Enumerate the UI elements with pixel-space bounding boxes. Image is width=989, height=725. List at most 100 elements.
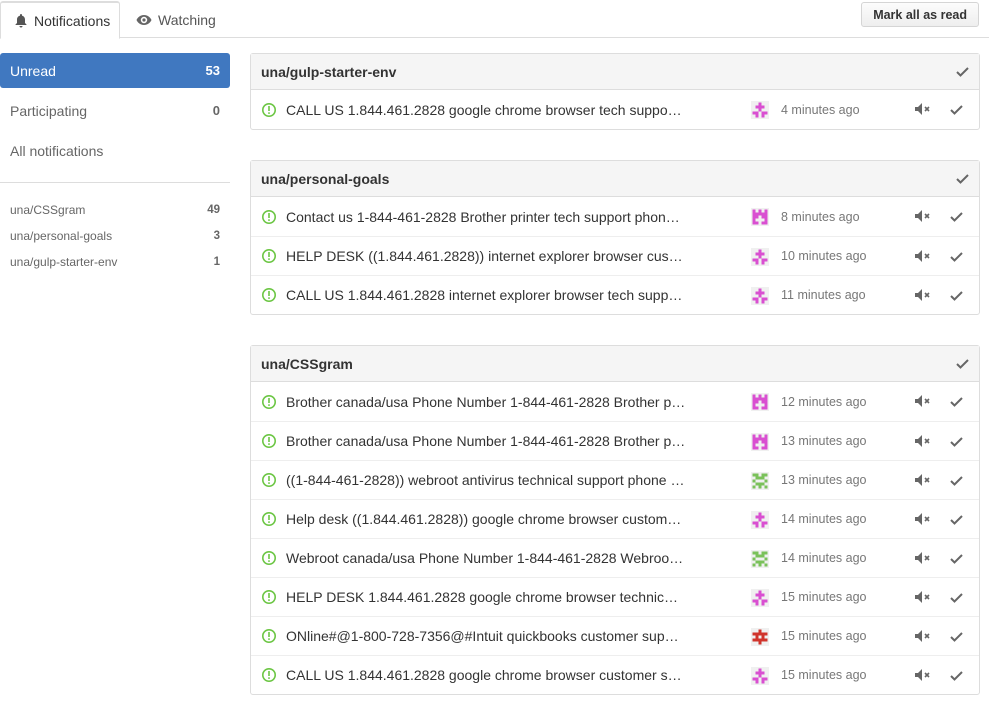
avatar[interactable]: [751, 433, 769, 451]
notification-title[interactable]: Help desk ((1.844.461.2828)) google chro…: [286, 511, 686, 527]
issue-opened-icon: [261, 667, 277, 683]
avatar[interactable]: [751, 101, 769, 119]
notification-time: 10 minutes ago: [781, 249, 867, 263]
mute-icon[interactable]: [914, 473, 931, 492]
sidebar-item-participating[interactable]: Participating 0: [0, 93, 230, 128]
sidebar-divider: [0, 182, 230, 183]
notification-time: 15 minutes ago: [781, 668, 867, 682]
notification-row: Contact us 1-844-461-2828 Brother printe…: [251, 197, 979, 236]
notification-row: HELP DESK 1.844.461.2828 google chrome b…: [251, 577, 979, 616]
check-icon[interactable]: [956, 356, 969, 372]
check-icon[interactable]: [956, 64, 969, 80]
avatar[interactable]: [751, 248, 769, 266]
notification-groups: una/gulp-starter-env CALL US 1.844.461.28…: [250, 53, 980, 725]
check-icon[interactable]: [950, 434, 963, 452]
group-repo-name[interactable]: una/CSSgram: [261, 356, 353, 372]
notification-time: 14 minutes ago: [781, 551, 867, 565]
mute-icon[interactable]: [914, 668, 931, 687]
notification-title[interactable]: CALL US 1.844.461.2828 google chrome bro…: [286, 102, 686, 118]
notification-row: HELP DESK ((1.844.461.2828)) internet ex…: [251, 236, 979, 275]
avatar[interactable]: [751, 511, 769, 529]
mute-icon[interactable]: [914, 102, 931, 121]
issue-opened-icon: [261, 287, 277, 303]
check-icon[interactable]: [950, 473, 963, 491]
group-header: una/personal-goals: [251, 161, 979, 197]
issue-opened-icon: [261, 394, 277, 410]
notification-row: ONline#@1-800-728-7356@#Intuit quickbook…: [251, 616, 979, 655]
repo-filter-cssgram[interactable]: una/CSSgram 49: [0, 197, 230, 223]
check-icon[interactable]: [950, 288, 963, 306]
notification-row: ((1-844-461-2828)) webroot antivirus tec…: [251, 460, 979, 499]
sidebar-item-unread[interactable]: Unread 53: [0, 53, 230, 88]
tab-watching[interactable]: Watching: [136, 1, 216, 38]
avatar[interactable]: [751, 393, 769, 411]
issue-opened-icon: [261, 248, 277, 264]
notification-title[interactable]: HELP DESK 1.844.461.2828 google chrome b…: [286, 589, 686, 605]
mute-icon[interactable]: [914, 209, 931, 228]
repo-filter-count: 3: [213, 230, 220, 242]
check-icon[interactable]: [950, 590, 963, 608]
sidebar-item-count: 0: [212, 103, 220, 118]
issue-opened-icon: [261, 102, 277, 118]
avatar[interactable]: [751, 287, 769, 305]
notification-title[interactable]: ((1-844-461-2828)) webroot antivirus tec…: [286, 472, 686, 488]
mute-icon[interactable]: [914, 434, 931, 453]
notification-time: 14 minutes ago: [781, 512, 867, 526]
avatar[interactable]: [751, 589, 769, 607]
mute-icon[interactable]: [914, 629, 931, 648]
mute-icon[interactable]: [914, 551, 931, 570]
repo-filter-personal-goals[interactable]: una/personal-goals 3: [0, 223, 230, 249]
mute-icon[interactable]: [914, 288, 931, 307]
avatar[interactable]: [751, 628, 769, 646]
repo-filter-gulp-starter-env[interactable]: una/gulp-starter-env 1: [0, 249, 230, 275]
notification-row: Webroot canada/usa Phone Number 1-844-46…: [251, 538, 979, 577]
notification-time: 15 minutes ago: [781, 629, 867, 643]
repo-filter-label: una/gulp-starter-env: [10, 255, 118, 269]
repo-filter-count: 49: [207, 204, 220, 216]
notification-title[interactable]: Webroot canada/usa Phone Number 1-844-46…: [286, 550, 686, 566]
mute-icon[interactable]: [914, 590, 931, 609]
eye-icon: [136, 14, 152, 26]
mute-icon[interactable]: [914, 249, 931, 268]
notification-title[interactable]: ONline#@1-800-728-7356@#Intuit quickbook…: [286, 628, 686, 644]
check-icon[interactable]: [950, 102, 963, 120]
check-icon[interactable]: [950, 394, 963, 412]
notification-title[interactable]: CALL US 1.844.461.2828 google chrome bro…: [286, 667, 686, 683]
notification-row: CALL US 1.844.461.2828 google chrome bro…: [251, 90, 979, 129]
check-icon[interactable]: [950, 512, 963, 530]
notification-time: 13 minutes ago: [781, 473, 867, 487]
mute-icon[interactable]: [914, 394, 931, 413]
group-header: una/gulp-starter-env: [251, 54, 979, 90]
check-icon[interactable]: [950, 668, 963, 686]
notification-row: Help desk ((1.844.461.2828)) google chro…: [251, 499, 979, 538]
mute-icon[interactable]: [914, 512, 931, 531]
check-icon[interactable]: [950, 629, 963, 647]
sidebar-item-label: Participating: [10, 102, 88, 119]
sidebar-item-label: Unread: [10, 62, 56, 79]
notification-title[interactable]: CALL US 1.844.461.2828 internet explorer…: [286, 287, 686, 303]
issue-opened-icon: [261, 511, 277, 527]
sidebar-item-label: All notifications: [10, 142, 104, 159]
check-icon[interactable]: [956, 171, 969, 187]
check-icon[interactable]: [950, 209, 963, 227]
issue-opened-icon: [261, 628, 277, 644]
check-icon[interactable]: [950, 249, 963, 267]
group-repo-name[interactable]: una/personal-goals: [261, 171, 389, 187]
avatar[interactable]: [751, 667, 769, 685]
sidebar-item-all-notifications[interactable]: All notifications: [0, 133, 230, 168]
notification-title[interactable]: Brother canada/usa Phone Number 1-844-46…: [286, 433, 686, 449]
mark-all-read-button[interactable]: Mark all as read: [861, 2, 979, 27]
notification-title[interactable]: HELP DESK ((1.844.461.2828)) internet ex…: [286, 248, 686, 264]
check-icon[interactable]: [950, 551, 963, 569]
sidebar-item-count: 53: [205, 63, 220, 78]
repo-filter-label: una/personal-goals: [10, 229, 113, 243]
avatar[interactable]: [751, 550, 769, 568]
issue-opened-icon: [261, 589, 277, 605]
notification-row: CALL US 1.844.461.2828 google chrome bro…: [251, 655, 979, 694]
notification-title[interactable]: Brother canada/usa Phone Number 1-844-46…: [286, 394, 686, 410]
avatar[interactable]: [751, 472, 769, 490]
avatar[interactable]: [751, 208, 769, 226]
tab-notifications[interactable]: Notifications: [0, 1, 120, 39]
notification-title[interactable]: Contact us 1-844-461-2828 Brother printe…: [286, 209, 686, 225]
group-repo-name[interactable]: una/gulp-starter-env: [261, 64, 396, 80]
